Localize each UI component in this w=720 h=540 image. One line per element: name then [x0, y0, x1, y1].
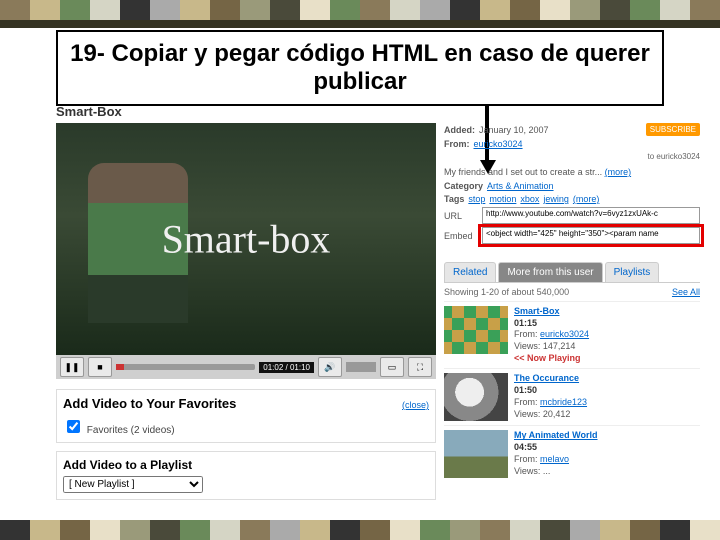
tab-more-from-user[interactable]: More from this user: [498, 262, 602, 282]
favorites-close-link[interactable]: (close): [402, 400, 429, 410]
playlist-panel: Add Video to a Playlist [ New Playlist ]: [56, 451, 436, 500]
from-user-link[interactable]: euricko3024: [474, 139, 523, 149]
related-duration: 01:50: [514, 385, 700, 397]
related-title-link[interactable]: My Animated World: [514, 430, 700, 442]
description-more-link[interactable]: (more): [605, 167, 632, 177]
related-views: 147,214: [543, 341, 576, 351]
seek-bar[interactable]: [116, 364, 255, 370]
tags-label: Tags: [444, 194, 464, 204]
stop-button[interactable]: ■: [88, 357, 112, 377]
related-item[interactable]: Smart-Box 01:15 From: euricko3024 Views:…: [444, 301, 700, 368]
from-label: From:: [444, 139, 470, 149]
related-showing-text: Showing 1-20 of about 540,000: [444, 287, 569, 297]
volume-slider[interactable]: [346, 362, 376, 372]
pause-button[interactable]: ❚❚: [60, 357, 84, 377]
related-title-link[interactable]: Smart-Box: [514, 306, 700, 318]
fullscreen-button[interactable]: ⛶: [408, 357, 432, 377]
related-views: ...: [543, 466, 551, 476]
related-from-link[interactable]: melavo: [540, 454, 569, 464]
tag-link[interactable]: xbox: [520, 194, 539, 204]
time-display: 01:02 / 01:10: [259, 362, 314, 373]
related-from-link[interactable]: mcbride123: [540, 397, 587, 407]
url-label: URL: [444, 211, 478, 221]
slide-title: 19- Copiar y pegar código HTML en caso d…: [70, 40, 650, 96]
related-duration: 04:55: [514, 442, 700, 454]
category-label: Category: [444, 181, 483, 191]
playlist-title: Add Video to a Playlist: [63, 458, 429, 472]
url-field[interactable]: http://www.youtube.com/watch?v=6vyz1zxUA…: [482, 207, 700, 224]
favorites-title: Add Video to Your Favorites: [63, 396, 236, 411]
related-duration: 01:15: [514, 318, 700, 330]
subscribe-to-text: to euricko3024: [444, 152, 700, 161]
favorites-checkbox[interactable]: [67, 420, 80, 433]
mute-button[interactable]: 🔊: [318, 357, 342, 377]
video-overlay-text: Smart-box: [162, 216, 331, 263]
tab-playlists[interactable]: Playlists: [605, 262, 660, 282]
video-player[interactable]: Smart-box: [56, 123, 436, 355]
related-thumbnail[interactable]: [444, 430, 508, 478]
related-from-link[interactable]: euricko3024: [540, 329, 589, 339]
tab-related[interactable]: Related: [444, 262, 496, 282]
related-title-link[interactable]: The Occurance: [514, 373, 700, 385]
tag-link[interactable]: motion: [489, 194, 516, 204]
related-views: 20,412: [543, 409, 571, 419]
related-see-all-link[interactable]: See All: [672, 287, 700, 297]
category-link[interactable]: Arts & Animation: [487, 181, 554, 191]
embed-label: Embed: [444, 231, 478, 241]
slide-title-box: 19- Copiar y pegar código HTML en caso d…: [56, 30, 664, 106]
playlist-select[interactable]: [ New Playlist ]: [63, 476, 203, 493]
section-title: Smart-Box: [56, 104, 700, 119]
player-controls: ❚❚ ■ 01:02 / 01:10 🔊 ▭ ⛶: [56, 355, 436, 379]
tag-link[interactable]: jewing: [543, 194, 569, 204]
related-thumbnail[interactable]: [444, 306, 508, 354]
favorites-checkbox-label: Favorites (2 videos): [87, 425, 175, 436]
embed-field[interactable]: <object width="425" height="350"><param …: [482, 227, 700, 244]
video-description: My friends and I set out to create a str…: [444, 167, 602, 177]
added-label: Added:: [444, 125, 475, 135]
related-item[interactable]: The Occurance 01:50 From: mcbride123 Vie…: [444, 368, 700, 425]
tags-more-link[interactable]: (more): [573, 194, 600, 204]
related-item[interactable]: My Animated World 04:55 From: melavo Vie…: [444, 425, 700, 482]
shrink-button[interactable]: ▭: [380, 357, 404, 377]
related-tabs: Related More from this user Playlists: [444, 262, 700, 283]
favorites-panel: Add Video to Your Favorites (close) Favo…: [56, 389, 436, 443]
subscribe-button[interactable]: SUBSCRIBE: [646, 123, 700, 136]
added-date: January 10, 2007: [479, 125, 549, 135]
related-thumbnail[interactable]: [444, 373, 508, 421]
tag-link[interactable]: stop: [468, 194, 485, 204]
now-playing-label: << Now Playing: [514, 353, 700, 365]
